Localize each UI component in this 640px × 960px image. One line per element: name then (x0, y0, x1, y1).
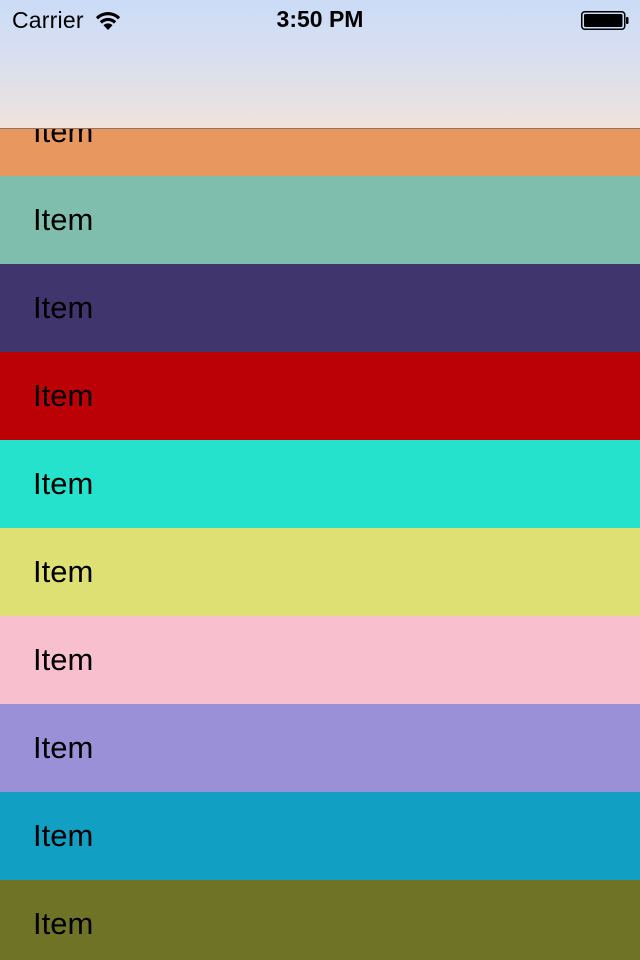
list-item[interactable]: Item (0, 264, 640, 352)
app-screen: Carrier 3:50 PM Item Item Item Item Item Item… (0, 0, 640, 960)
list-item-label: Item (33, 906, 94, 941)
item-list: Item Item Item Item Item Item Item Item Item Item (0, 88, 640, 960)
list-item[interactable]: Item (0, 704, 640, 792)
list-item-label: Item (33, 378, 94, 413)
list-item-label: Item (33, 466, 94, 501)
list-item[interactable]: Item (0, 440, 640, 528)
list-item[interactable]: Item (0, 176, 640, 264)
navigation-header: Carrier 3:50 PM (0, 0, 640, 129)
list-item[interactable]: Item (0, 792, 640, 880)
list-item-label: Item (33, 818, 94, 853)
status-time: 3:50 PM (276, 6, 364, 32)
status-bar: Carrier 3:50 PM (0, 0, 640, 40)
list-item[interactable]: Item (0, 616, 640, 704)
list-item-label: Item (33, 642, 94, 677)
list-item-label: Item (33, 202, 94, 237)
list-item-label: Item (33, 290, 94, 325)
list-item[interactable]: Item (0, 528, 640, 616)
list-item-label: Item (33, 730, 94, 765)
list-item[interactable]: Item (0, 352, 640, 440)
battery-icon (581, 11, 629, 30)
list-item-label: Item (33, 554, 94, 589)
list-item[interactable]: Item (0, 880, 640, 960)
